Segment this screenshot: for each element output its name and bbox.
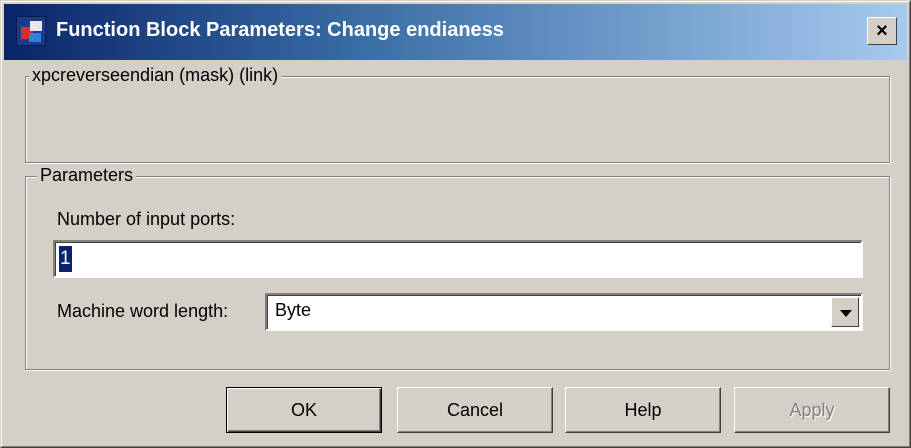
input-ports-label: Number of input ports: [57, 209, 236, 229]
chevron-down-icon [840, 310, 852, 317]
input-ports-field[interactable]: 1 [53, 240, 863, 278]
ok-button[interactable]: OK [226, 387, 382, 433]
word-length-label: Machine word length: [57, 301, 229, 321]
word-length-value: Byte [275, 300, 312, 320]
word-length-select[interactable]: Byte [265, 293, 863, 331]
parameters-legend: Parameters [37, 165, 137, 186]
apply-button[interactable]: Apply [734, 387, 890, 433]
cancel-button[interactable]: Cancel [397, 387, 553, 433]
dropdown-button[interactable] [831, 297, 859, 327]
input-ports-value: 1 [59, 246, 72, 272]
dialog-window: Function Block Parameters: Change endian… [0, 0, 911, 448]
help-button[interactable]: Help [565, 387, 721, 433]
mask-description-legend: xpcreverseendian (mask) (link) [29, 65, 282, 86]
close-button[interactable]: × [867, 17, 897, 45]
simulink-block-icon [16, 16, 46, 46]
mask-description-group [25, 76, 890, 163]
close-icon: × [876, 20, 888, 42]
title-bar[interactable]: Function Block Parameters: Change endian… [4, 4, 907, 60]
window-title: Function Block Parameters: Change endian… [56, 19, 504, 41]
